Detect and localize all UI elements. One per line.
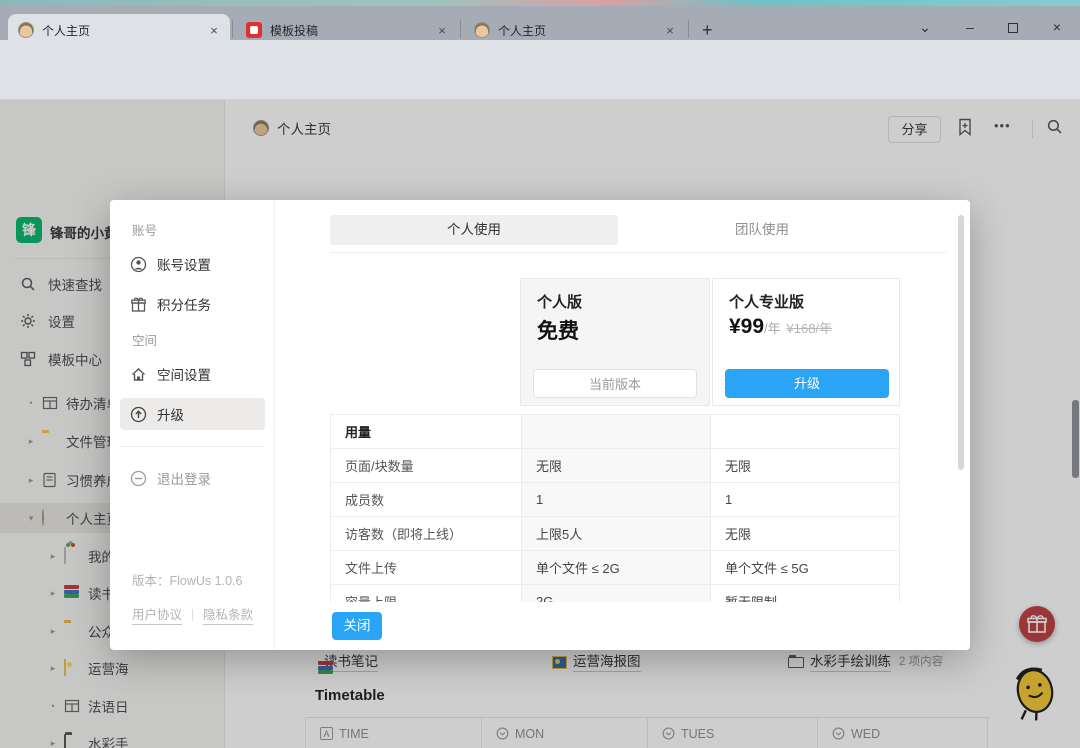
menu-item-label: 退出登录 — [157, 468, 211, 488]
tab-separator — [232, 20, 233, 38]
settings-modal: 账号 账号设置 积分任务 空间 空间设置 升级 退出登录 — [110, 200, 970, 650]
plan-price: ¥99/年 ¥168/年 — [729, 315, 832, 339]
tab-close-icon[interactable]: × — [434, 23, 450, 38]
tab-favicon-avatar — [18, 22, 34, 38]
section-cell: 用量 — [331, 415, 522, 449]
table-row: 页面/块数量 无限 无限 — [331, 449, 900, 483]
modal-scrollbar-thumb[interactable] — [958, 215, 964, 470]
privacy-link[interactable]: 隐私条款 — [203, 604, 253, 625]
legal-links: 用户协议 隐私条款 — [132, 604, 253, 625]
pro-value-cell: 单个文件 ≤ 5G — [711, 551, 900, 585]
menu-item-label: 积分任务 — [157, 294, 211, 314]
free-value-cell: 无限 — [522, 449, 711, 483]
plan-price: 免费 — [537, 315, 579, 345]
menu-item-label: 空间设置 — [157, 364, 211, 384]
close-window-button[interactable]: × — [1042, 14, 1072, 40]
table-row-clipped: 容量上限 2G 暂无限制 — [331, 585, 900, 602]
tab-search-chevron-icon[interactable]: ⌄ — [910, 14, 940, 40]
feature-cell: 访客数（即将上线） — [331, 517, 522, 551]
feature-cell: 容量上限 — [331, 585, 522, 602]
tab-title: 个人主页 — [498, 22, 662, 39]
plan-card-pro: 个人专业版 ¥99/年 ¥168/年 升级 — [712, 278, 900, 406]
person-circle-icon — [130, 256, 147, 273]
tab-favicon-red-doc — [246, 22, 262, 38]
minus-circle-icon — [130, 470, 147, 487]
menu-item-label: 账号设置 — [157, 254, 211, 274]
pro-value-cell: 1 — [711, 483, 900, 517]
menu-item-account-settings[interactable]: 账号设置 — [120, 248, 265, 280]
table-row: 成员数 1 1 — [331, 483, 900, 517]
free-value-cell: 单个文件 ≤ 2G — [522, 551, 711, 585]
feature-cell: 成员数 — [331, 483, 522, 517]
pro-value-cell: 无限 — [711, 517, 900, 551]
feature-cell: 页面/块数量 — [331, 449, 522, 483]
settings-menu-panel: 账号 账号设置 积分任务 空间 空间设置 升级 退出登录 — [110, 200, 275, 650]
tab-close-icon[interactable]: × — [206, 23, 222, 38]
menu-item-label: 升级 — [157, 404, 184, 424]
current-plan-button[interactable]: 当前版本 — [533, 369, 697, 398]
plan-card-free: 个人版 免费 当前版本 — [520, 278, 710, 406]
table-row: 访客数（即将上线） 上限5人 无限 — [331, 517, 900, 551]
minimize-button[interactable]: – — [955, 14, 985, 40]
free-value-cell: 1 — [522, 483, 711, 517]
maximize-button[interactable] — [1008, 23, 1018, 33]
browser-toolbar: ← → ↻ flowus.cn/bc67c036-42f1-4970-acf6-… — [0, 40, 1080, 72]
home-icon — [130, 366, 147, 383]
table-row-section: 用量 — [331, 415, 900, 449]
menu-item-logout[interactable]: 退出登录 — [120, 462, 265, 494]
plan-name: 个人版 — [537, 291, 582, 312]
tab-separator — [460, 20, 461, 38]
tab-title: 个人主页 — [42, 22, 206, 39]
free-value-cell: 上限5人 — [522, 517, 711, 551]
new-tab-button[interactable]: + — [702, 20, 713, 41]
menu-item-points-tasks[interactable]: 积分任务 — [120, 288, 265, 320]
free-value-cell: 2G — [522, 585, 711, 602]
upgrade-button[interactable]: 升级 — [725, 369, 889, 398]
price-original: ¥168/年 — [787, 321, 833, 336]
price-unit: /年 — [764, 321, 781, 336]
plans-scroll-area: 个人版 免费 当前版本 个人专业版 ¥99/年 ¥168/年 升级 用量 — [275, 253, 955, 602]
empty-cell — [711, 415, 900, 449]
feature-cell: 文件上传 — [331, 551, 522, 585]
upgrade-arrow-icon — [130, 406, 147, 423]
price-current: ¥99 — [729, 315, 764, 338]
plan-name: 个人专业版 — [729, 291, 804, 312]
menu-item-space-settings[interactable]: 空间设置 — [120, 358, 265, 390]
bookmarks-bar: 小羿 - XIAOYI.VC 下1个好软件 微信公众平台 LSP福利 阅读清单 — [0, 72, 1080, 100]
tab-personal-use[interactable]: 个人使用 — [330, 215, 618, 245]
gift-icon — [130, 296, 147, 313]
feature-comparison-table: 用量 页面/块数量 无限 无限 成员数 1 1 — [330, 414, 900, 602]
menu-section-account: 账号 — [132, 220, 157, 239]
tab-favicon-avatar — [474, 22, 490, 38]
pro-value-cell: 无限 — [711, 449, 900, 483]
tab-team-use[interactable]: 团队使用 — [618, 215, 906, 245]
terms-link[interactable]: 用户协议 — [132, 604, 182, 625]
browser-window: 个人主页 × 模板投稿 × 个人主页 × + ⌄ – × ← → ↻ flowu… — [0, 0, 1080, 748]
tab-separator — [688, 20, 689, 38]
upgrade-panel: 个人使用 团队使用 个人版 免费 当前版本 个人专业版 ¥99/年 ¥168/年… — [275, 200, 970, 650]
close-modal-button[interactable]: 关闭 — [332, 612, 382, 640]
pro-value-cell: 暂无限制 — [711, 585, 900, 602]
menu-section-space: 空间 — [132, 330, 157, 349]
table-row: 文件上传 单个文件 ≤ 2G 单个文件 ≤ 5G — [331, 551, 900, 585]
empty-cell — [522, 415, 711, 449]
tab-title: 模板投稿 — [270, 22, 434, 39]
links-divider — [192, 609, 193, 621]
menu-divider — [120, 446, 265, 447]
tab-strip: 个人主页 × 模板投稿 × 个人主页 × + ⌄ – × — [0, 6, 1080, 40]
tab-close-icon[interactable]: × — [662, 23, 678, 38]
app-version: 版本：FlowUs 1.0.6 — [132, 570, 242, 589]
menu-item-upgrade[interactable]: 升级 — [120, 398, 265, 430]
